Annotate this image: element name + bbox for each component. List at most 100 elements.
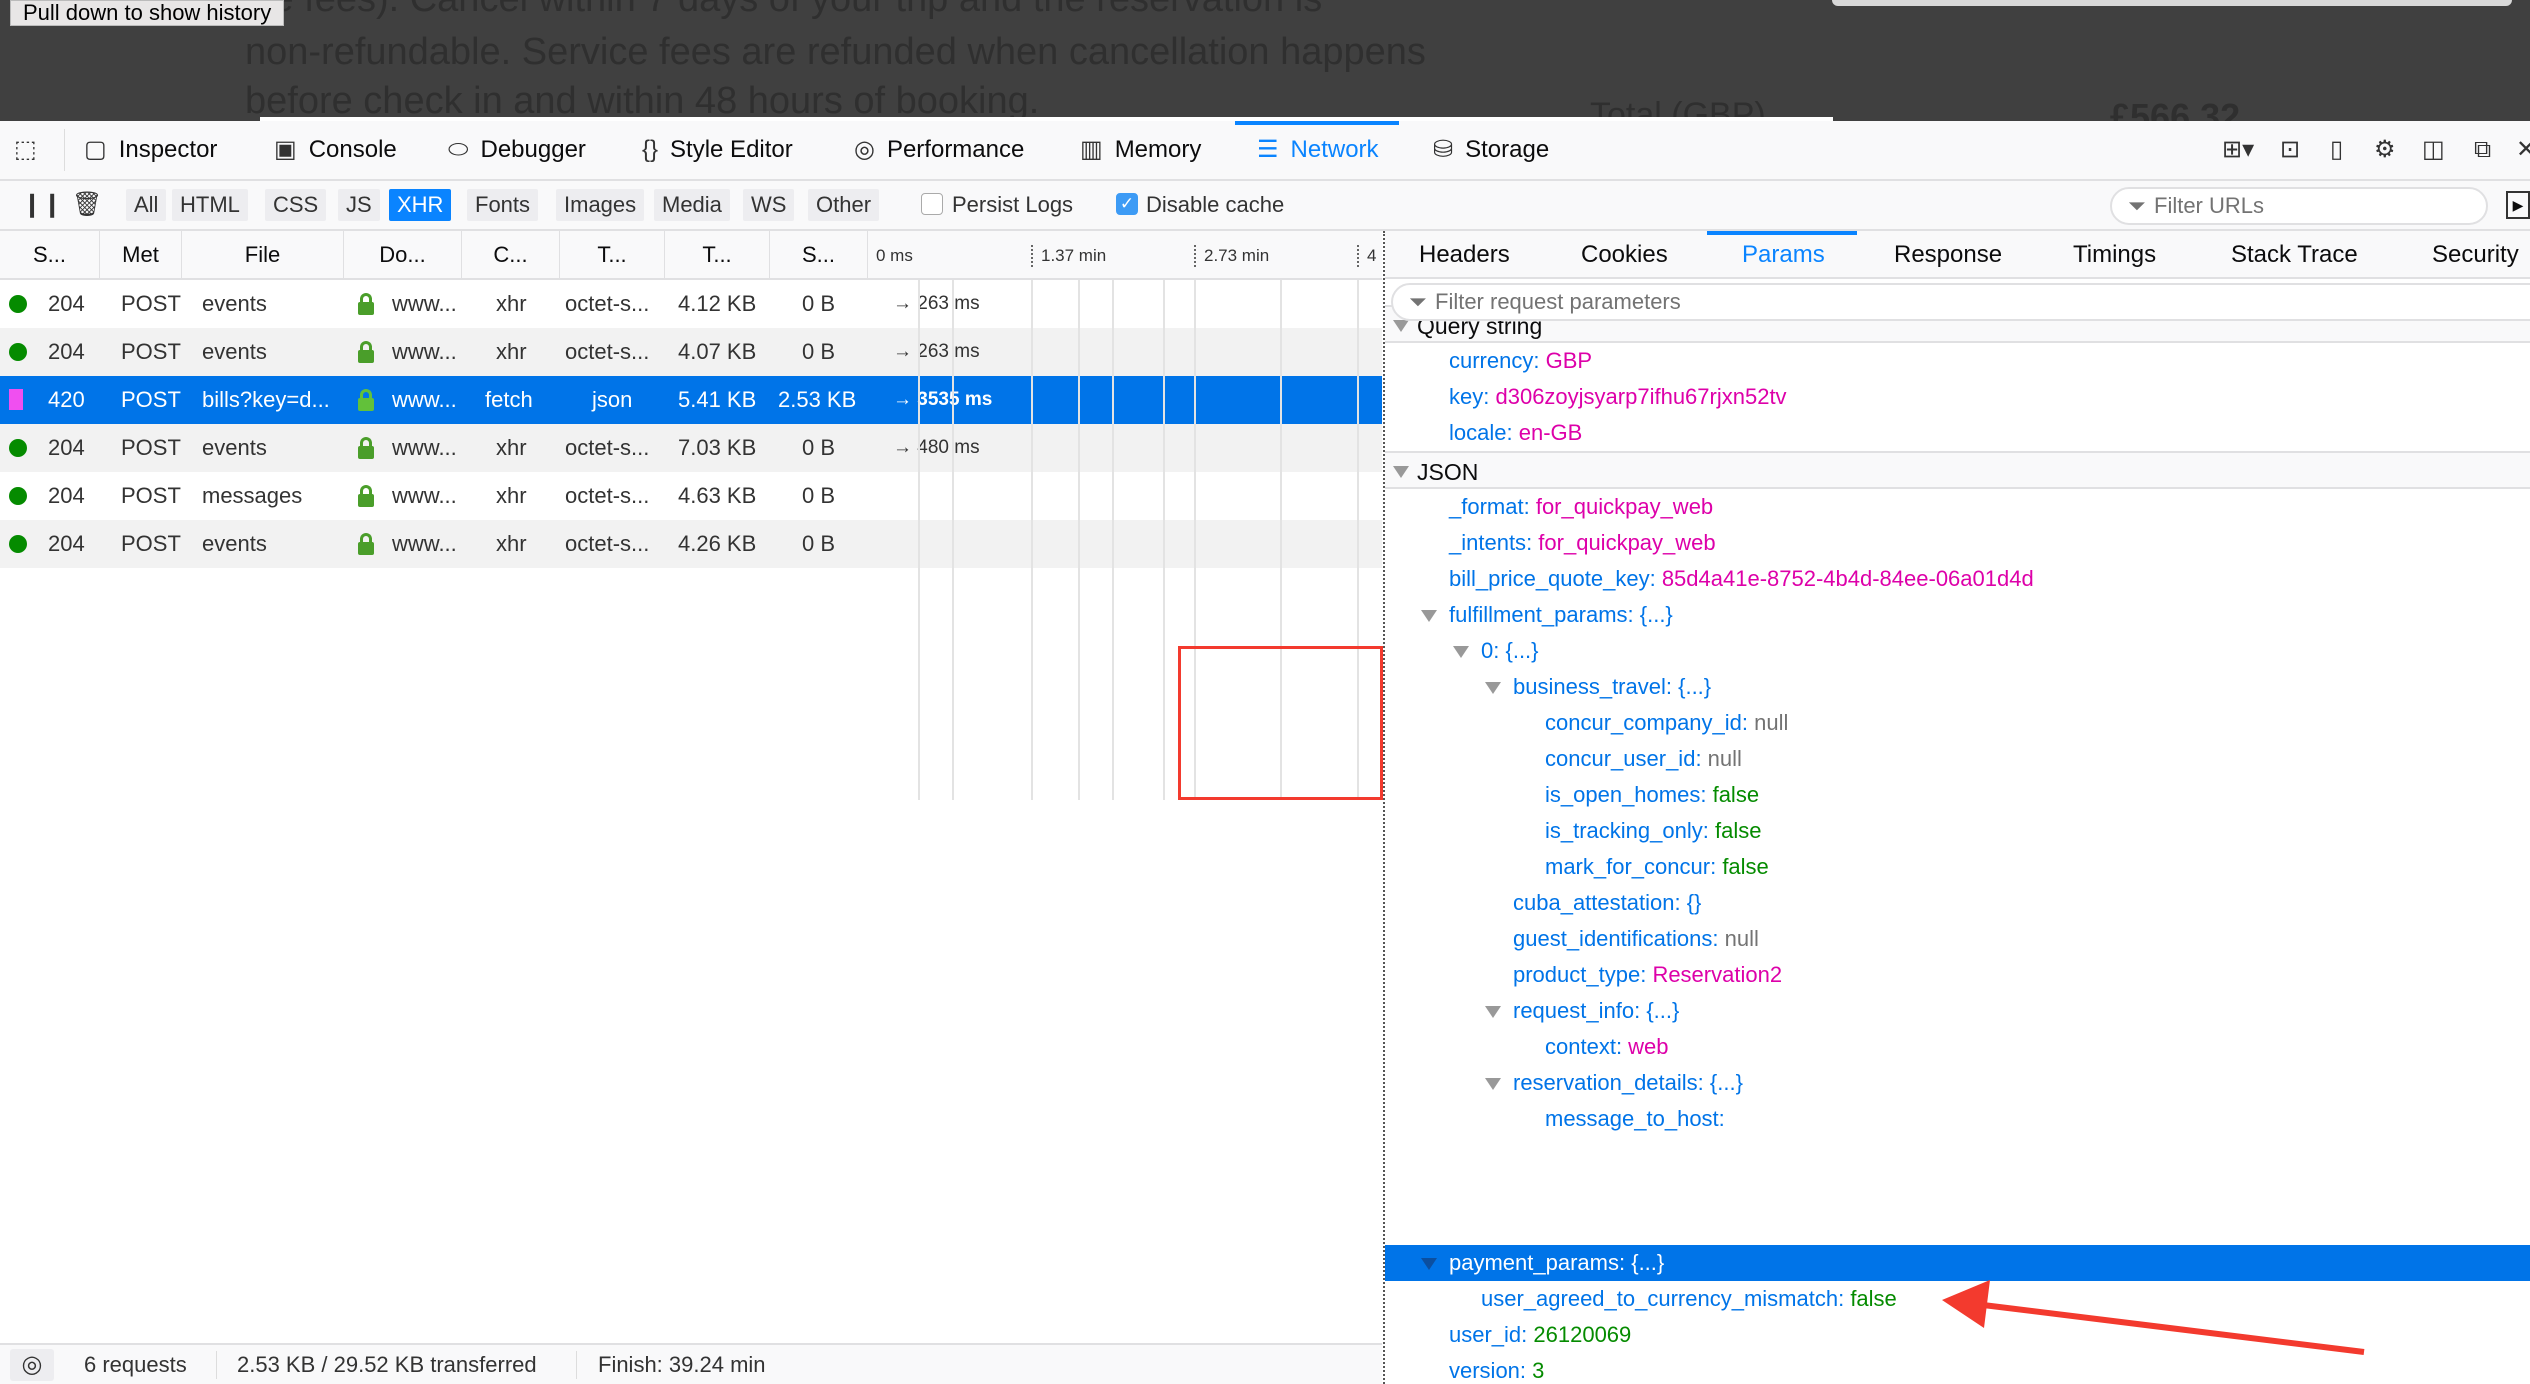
tab-debugger[interactable]: ⬭ Debugger: [448, 121, 586, 179]
param-row[interactable]: mark_for_concur: false: [1385, 849, 2530, 885]
tab-stack-trace[interactable]: Stack Trace: [2231, 231, 2358, 279]
table-row[interactable]: 420 POST bills?key=d... www... fetch json 5.41…: [0, 376, 1382, 424]
param-key: product_type: [1513, 962, 1641, 987]
param-separator: :: [1526, 530, 1539, 555]
tab-security[interactable]: Security: [2432, 231, 2519, 279]
element-picker-button[interactable]: ⬚: [14, 121, 37, 179]
tab-console[interactable]: ▣ Console: [274, 121, 397, 179]
tab-params[interactable]: Params: [1742, 231, 1825, 279]
param-row[interactable]: _format: for_quickpay_web: [1385, 489, 2530, 525]
disable-cache-checkbox[interactable]: ✓: [1116, 193, 1138, 215]
tab-style-editor[interactable]: {} Style Editor: [642, 121, 793, 179]
responsive-mode-button[interactable]: ▯: [2330, 121, 2343, 179]
filter-js-button[interactable]: JS: [338, 189, 380, 221]
twisty-icon[interactable]: [1485, 1078, 1501, 1090]
lock-icon: [358, 293, 374, 315]
tab-cookies[interactable]: Cookies: [1581, 231, 1668, 279]
twisty-icon[interactable]: [1485, 1006, 1501, 1018]
param-row[interactable]: guest_identifications: null: [1385, 921, 2530, 957]
table-row[interactable]: 204 POST events www... xhr octet-s... 4.12 KB 0…: [0, 280, 1382, 328]
persist-logs-checkbox[interactable]: [921, 193, 943, 215]
param-row[interactable]: version: 3: [1385, 1353, 2530, 1384]
filter-other-button[interactable]: Other: [808, 189, 880, 221]
twisty-icon[interactable]: [1421, 610, 1437, 622]
param-row[interactable]: fulfillment_params: {...}: [1385, 597, 2530, 633]
table-row[interactable]: 204 POST events www... xhr octet-s... 7.03 KB 0…: [0, 424, 1382, 472]
filter-fonts-button[interactable]: Fonts: [467, 189, 539, 221]
performance-analysis-button[interactable]: ◎: [10, 1349, 54, 1381]
settings-button[interactable]: ⚙: [2374, 121, 2396, 179]
clear-button[interactable]: 🗑: [72, 189, 102, 221]
filter-all-button[interactable]: All: [126, 189, 167, 221]
param-row[interactable]: request_info: {...}: [1385, 993, 2530, 1029]
table-row[interactable]: 204 POST messages www... xhr octet-s... 4.63 K…: [0, 472, 1382, 520]
filter-xhr-button[interactable]: XHR: [389, 189, 452, 221]
status-bar: ◎ 6 requests 2.53 KB / 29.52 KB transfer…: [0, 1343, 1382, 1384]
tab-memory[interactable]: ▥ Memory: [1080, 121, 1201, 179]
param-row[interactable]: is_open_homes: false: [1385, 777, 2530, 813]
column-header[interactable]: S...: [0, 231, 100, 278]
column-header[interactable]: Met: [100, 231, 182, 278]
dock-side-button[interactable]: ◫: [2422, 121, 2445, 179]
column-header[interactable]: File: [182, 231, 344, 278]
tab-network[interactable]: ☰ Network: [1235, 121, 1399, 179]
json-section-header[interactable]: JSON: [1385, 451, 2530, 489]
pause-button[interactable]: ❙❙: [22, 189, 62, 221]
param-key: bill_price_quote_key: [1449, 566, 1650, 591]
layout-button[interactable]: ⊞▾: [2222, 121, 2254, 179]
column-header[interactable]: C...: [462, 231, 560, 278]
filter-css-button[interactable]: CSS: [265, 189, 327, 221]
tab-performance[interactable]: ◎ Performance: [854, 121, 1024, 179]
param-row[interactable]: message_to_host:: [1385, 1101, 2530, 1137]
split-console-button[interactable]: ⊡: [2280, 121, 2300, 179]
param-row[interactable]: reservation_details: {...}: [1385, 1065, 2530, 1101]
tab-storage[interactable]: ⛁ Storage: [1433, 121, 1549, 179]
param-row[interactable]: 0: {...}: [1385, 633, 2530, 669]
tab-headers[interactable]: Headers: [1419, 231, 1510, 279]
twisty-icon[interactable]: [1485, 682, 1501, 694]
filter-params-input[interactable]: ⏷ Filter request parameters: [1391, 283, 2530, 321]
twisty-icon[interactable]: [1421, 1258, 1437, 1270]
param-row[interactable]: business_travel: {...}: [1385, 669, 2530, 705]
twisty-icon[interactable]: [1393, 320, 1409, 332]
column-header[interactable]: T...: [665, 231, 770, 278]
twisty-icon[interactable]: [1453, 646, 1469, 658]
column-header[interactable]: S...: [770, 231, 868, 278]
tab-response[interactable]: Response: [1894, 231, 2002, 279]
waterfall-gridline: [918, 280, 920, 800]
param-row[interactable]: context: web: [1385, 1029, 2530, 1065]
tab-inspector[interactable]: ▢ Inspector: [84, 121, 217, 179]
param-row[interactable]: _intents: for_quickpay_web: [1385, 525, 2530, 561]
waterfall-tick: 0 ms: [876, 246, 913, 265]
param-row[interactable]: is_tracking_only: false: [1385, 813, 2530, 849]
param-separator: :: [1634, 998, 1647, 1023]
network-filter-bar: ❙❙ 🗑 Persist Logs ✓ Disable cache ⏷ Filte…: [0, 181, 2530, 231]
param-row[interactable]: key: d306zoyjsyarp7ifhu67rjxn52tv: [1385, 379, 2530, 415]
close-devtools-button[interactable]: ✕: [2516, 121, 2530, 179]
param-separator: :: [1697, 1070, 1710, 1095]
column-header[interactable]: T...: [560, 231, 665, 278]
tab-timings[interactable]: Timings: [2073, 231, 2156, 279]
param-row[interactable]: concur_company_id: null: [1385, 705, 2530, 741]
twisty-icon[interactable]: [1393, 466, 1409, 478]
filter-urls-input[interactable]: ⏷ Filter URLs: [2110, 187, 2488, 225]
filter-images-button[interactable]: Images: [556, 189, 645, 221]
param-row[interactable]: currency: GBP: [1385, 343, 2530, 379]
filter-html-button[interactable]: HTML: [172, 189, 248, 221]
table-row[interactable]: 204 POST events www... xhr octet-s... 4.26 KB 0…: [0, 520, 1382, 568]
column-header[interactable]: Do...: [344, 231, 462, 278]
toggle-sidebar-button[interactable]: ▶: [2506, 191, 2530, 219]
param-row[interactable]: user_id: 26120069: [1385, 1317, 2530, 1353]
file-name: messages: [202, 483, 303, 508]
filter-ws-button[interactable]: WS: [743, 189, 795, 221]
param-row[interactable]: bill_price_quote_key: 85d4a41e-8752-4b4d…: [1385, 561, 2530, 597]
param-row[interactable]: concur_user_id: null: [1385, 741, 2530, 777]
filter-media-button[interactable]: Media: [654, 189, 730, 221]
param-row[interactable]: cuba_attestation: {}: [1385, 885, 2530, 921]
separate-window-button[interactable]: ⧉: [2474, 121, 2491, 179]
param-row[interactable]: payment_params: {...}: [1385, 1245, 2530, 1281]
param-row[interactable]: locale: en-GB: [1385, 415, 2530, 451]
param-row[interactable]: user_agreed_to_currency_mismatch: false: [1385, 1281, 2530, 1317]
param-row[interactable]: product_type: Reservation2: [1385, 957, 2530, 993]
table-row[interactable]: 204 POST events www... xhr octet-s... 4.07 KB 0…: [0, 328, 1382, 376]
